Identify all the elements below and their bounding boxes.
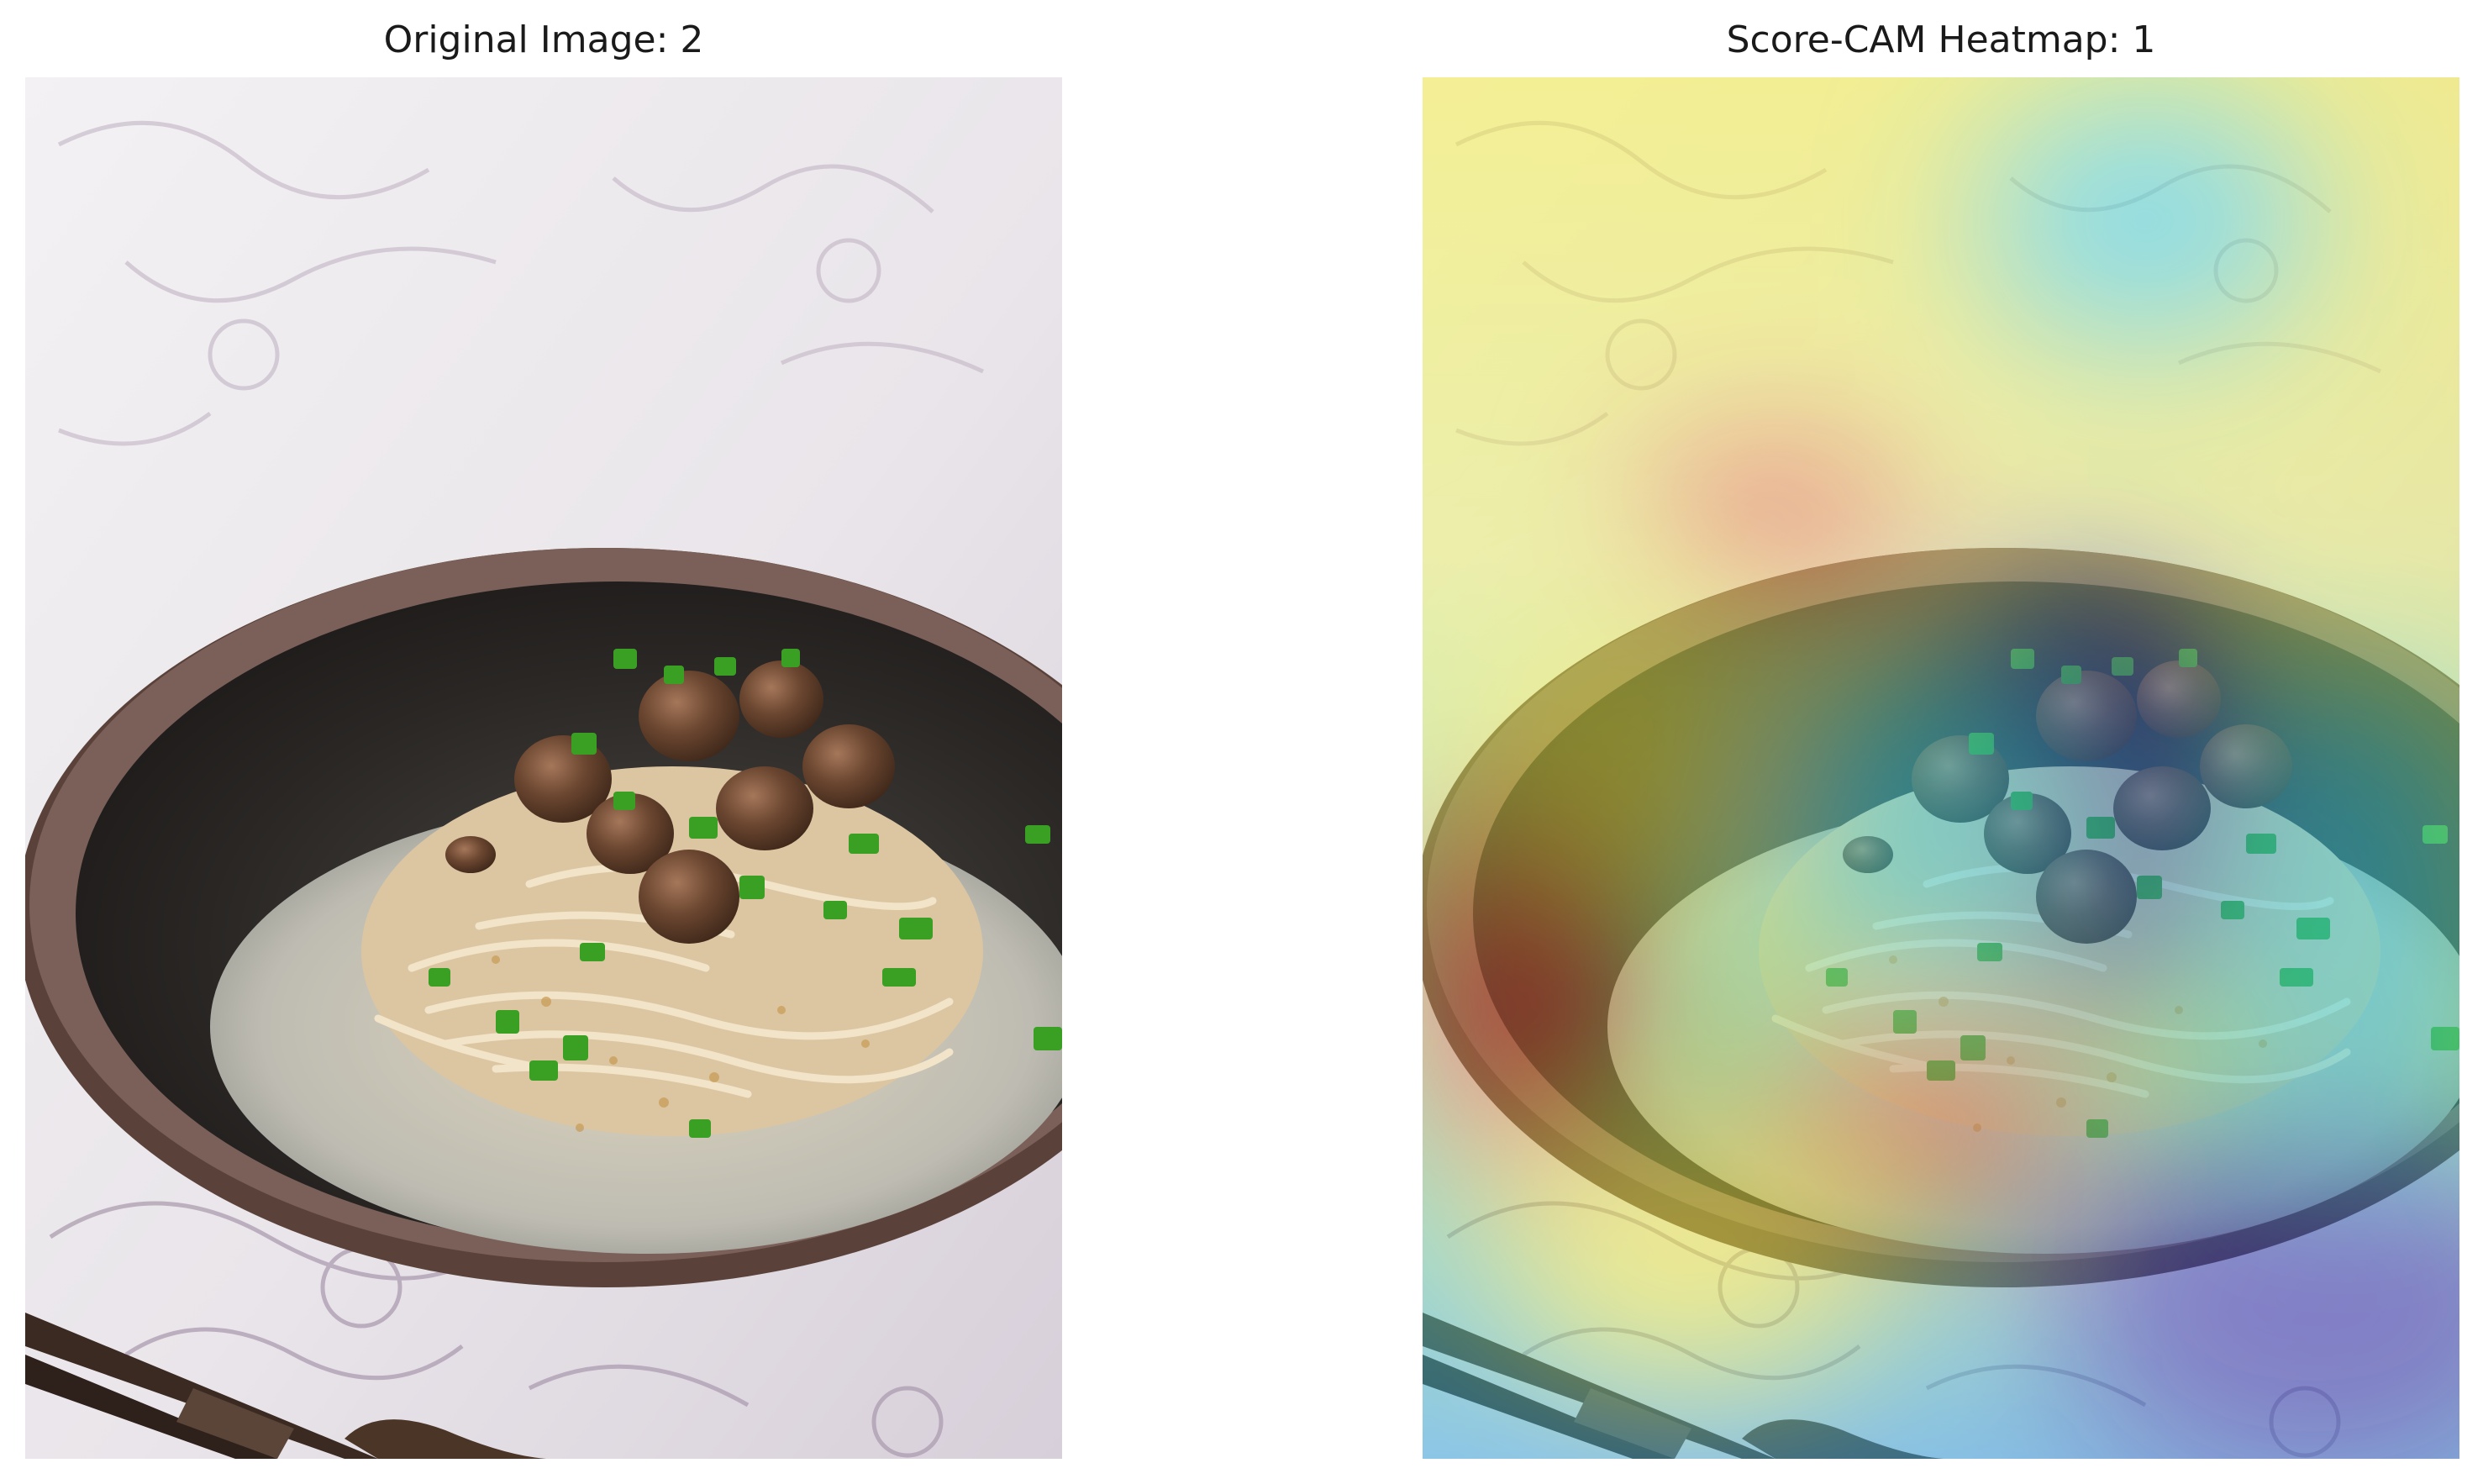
- heatmap-svg: [1423, 77, 2459, 1459]
- score-cam-heatmap: [1423, 77, 2459, 1459]
- food-photo: [25, 77, 1062, 1459]
- right-panel-title: Score-CAM Heatmap: 1: [1726, 18, 2156, 61]
- left-panel-title: Original Image: 2: [383, 18, 704, 61]
- original-image: [25, 77, 1062, 1459]
- heatmap-overlay: [1423, 77, 2459, 1459]
- original-photo-svg: [25, 77, 1062, 1459]
